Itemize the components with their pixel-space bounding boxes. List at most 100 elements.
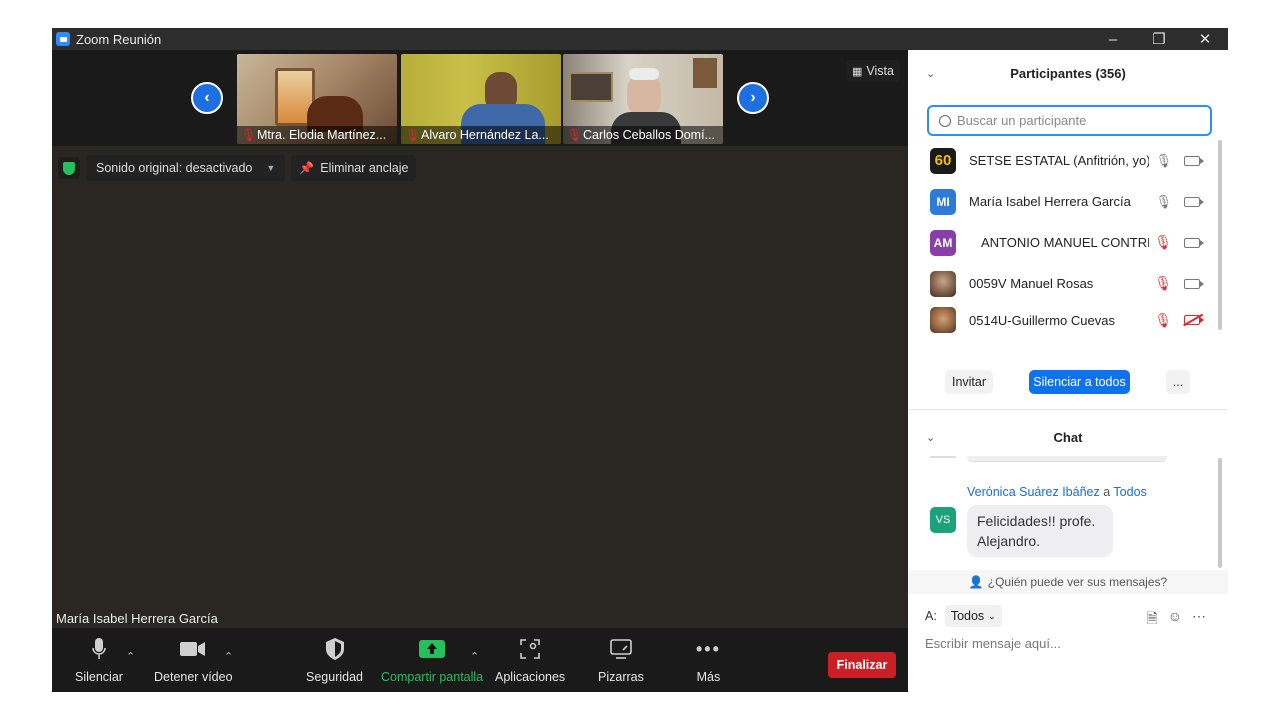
participant-thumbnail[interactable]: 🎙 Carlos Ceballos Domí... <box>563 54 723 144</box>
sender-avatar: VS <box>930 507 956 533</box>
view-button[interactable]: ▦ Vista <box>846 60 900 82</box>
camera-icon[interactable] <box>1184 155 1204 166</box>
microphone-icon[interactable]: 🎙 <box>1155 153 1172 169</box>
apps-button[interactable]: Aplicaciones <box>495 636 565 684</box>
message-sender[interactable]: Verónica Suárez Ibáñez <box>967 485 1100 499</box>
apps-label: Aplicaciones <box>495 670 566 684</box>
more-button[interactable]: ••• Más <box>696 636 721 685</box>
close-window-button[interactable]: ✕ <box>1182 28 1228 50</box>
avatar: 60 <box>930 147 956 174</box>
whiteboards-button[interactable]: Pizarras <box>598 636 644 684</box>
security-shield-icon[interactable] <box>58 157 80 179</box>
unpin-label: Eliminar anclaje <box>320 161 409 175</box>
avatar <box>930 270 956 297</box>
main-video-area: ‹ 🎙 Mtra. Elodia Martínez... 🎙 Alvaro Hern… <box>52 50 908 628</box>
more-dots-icon: ••• <box>696 638 721 659</box>
security-button[interactable]: Seguridad <box>306 636 363 684</box>
view-label: Vista <box>866 64 894 78</box>
minimize-button[interactable]: – <box>1090 28 1136 50</box>
participant-name: María Isabel Herrera García <box>969 194 1131 209</box>
share-screen-icon <box>419 636 446 662</box>
participant-search-input[interactable]: Buscar un participante <box>927 105 1212 136</box>
who-can-see-link[interactable]: 👤 ¿Quién puede ver sus mensajes? <box>908 570 1228 594</box>
participant-row[interactable]: 60 SETSE ESTATAL (Anfitrión, yo) 🎙 <box>908 140 1228 181</box>
message-recipient[interactable]: Todos <box>1113 485 1146 499</box>
participant-name: 0059V Manuel Rosas <box>969 276 1094 291</box>
panel-divider <box>908 409 1228 410</box>
original-sound-label: Sonido original: desactivado <box>96 161 253 175</box>
next-page-button[interactable]: › <box>737 82 769 114</box>
share-options-caret[interactable]: ⌃ <box>470 650 479 663</box>
more-label: Más <box>696 670 721 684</box>
chat-tools: 🗎 ☺ ⋯ <box>1146 608 1206 632</box>
camera-icon[interactable] <box>1184 237 1204 248</box>
meeting-options-bar: Sonido original: desactivado ▼ 📌 Elimina… <box>58 154 417 182</box>
muted-mic-icon[interactable]: 🎙 <box>1154 234 1172 251</box>
more-icon[interactable]: ⋯ <box>1192 608 1206 632</box>
who-can-see-label: ¿Quién puede ver sus mensajes? <box>987 575 1168 589</box>
original-sound-dropdown[interactable]: Sonido original: desactivado ▼ <box>86 155 286 181</box>
restore-button[interactable]: ❐ <box>1136 28 1182 50</box>
avatar: MI <box>930 188 956 215</box>
participant-row[interactable]: 0059V Manuel Rosas 🎙 <box>908 263 1228 304</box>
chat-message-bubble: Felicidades!! profe. Alejandro. <box>967 505 1113 557</box>
mute-all-button[interactable]: Silenciar a todos <box>1029 370 1130 394</box>
chat-header: ⌄ Chat <box>908 414 1228 460</box>
more-options-button[interactable]: ... <box>1166 370 1190 394</box>
chat-scrollbar[interactable] <box>1218 458 1222 568</box>
participants-scrollbar[interactable] <box>1218 140 1222 330</box>
muted-mic-icon[interactable]: 🎙 <box>1154 312 1172 329</box>
mute-button[interactable]: Silenciar <box>75 636 123 684</box>
participant-row[interactable]: MI María Isabel Herrera García 🎙 <box>908 181 1228 222</box>
emoji-icon[interactable]: ☺ <box>1168 608 1182 632</box>
participant-thumbnail[interactable]: 🎙 Mtra. Elodia Martínez... <box>237 54 397 144</box>
search-placeholder: Buscar un participante <box>957 113 1087 128</box>
mute-options-caret[interactable]: ⌃ <box>126 650 135 663</box>
thumbnail-name: Mtra. Elodia Martínez... <box>257 128 387 142</box>
collapse-chat-icon[interactable]: ⌄ <box>926 431 935 444</box>
participant-name: SETSE ESTATAL (Anfitrión, yo) <box>969 153 1149 168</box>
participant-list: 60 SETSE ESTATAL (Anfitrión, yo) 🎙 MI Ma… <box>908 140 1228 336</box>
chevron-down-icon: ⌄ <box>988 610 996 621</box>
side-panel: ⌄ Participantes (356) Buscar un particip… <box>908 50 1228 692</box>
chat-message-input[interactable]: Escribir mensaje aquí... <box>925 636 1061 651</box>
unpin-button[interactable]: 📌 Eliminar anclaje <box>291 155 417 181</box>
video-camera-icon <box>180 636 206 662</box>
search-icon <box>939 114 951 127</box>
collapse-participants-icon[interactable]: ⌄ <box>926 67 935 80</box>
participant-name: 0514U-Guillermo Cuevas <box>969 312 1115 328</box>
avatar: AM <box>930 229 956 256</box>
zoom-logo-icon <box>56 32 70 46</box>
muted-mic-icon: 🎙 <box>405 128 421 142</box>
message-header: Verónica Suárez Ibáñez a Todos <box>967 485 1147 499</box>
end-meeting-button[interactable]: Finalizar <box>828 652 896 678</box>
invite-button[interactable]: Invitar <box>945 370 993 394</box>
recipient-selector: A: Todos ⌄ <box>925 605 1002 627</box>
participant-name: ANTONIO MANUEL CONTRE... <box>981 235 1149 250</box>
camera-icon[interactable] <box>1184 196 1204 207</box>
recipient-dropdown[interactable]: Todos ⌄ <box>944 605 1002 627</box>
avatar <box>930 307 956 333</box>
previous-message-bubble <box>967 456 1167 462</box>
participant-row[interactable]: 0514U-Guillermo Cuevas 🎙 <box>908 304 1228 336</box>
thumbnail-name: Alvaro Hernández La... <box>421 128 549 142</box>
camera-icon[interactable] <box>1184 278 1204 289</box>
share-screen-label: Compartir pantalla <box>381 670 484 684</box>
microphone-icon[interactable]: 🎙 <box>1155 194 1172 210</box>
file-icon[interactable]: 🗎 <box>1146 608 1157 632</box>
participants-header: ⌄ Participantes (356) <box>908 50 1228 96</box>
muted-mic-icon[interactable]: 🎙 <box>1154 275 1172 292</box>
participant-row[interactable]: AM ANTONIO MANUEL CONTRE... 🎙 <box>908 222 1228 263</box>
stop-video-button[interactable]: Detener vídeo <box>154 636 233 684</box>
whiteboard-icon <box>610 636 632 662</box>
share-screen-button[interactable]: Compartir pantalla <box>381 636 483 684</box>
camera-off-icon[interactable] <box>1184 315 1204 325</box>
window-title: Zoom Reunión <box>76 31 162 47</box>
participant-actions: Invitar Silenciar a todos ... <box>908 370 1228 396</box>
video-options-caret[interactable]: ⌃ <box>224 650 233 663</box>
message-to-word: a <box>1103 485 1111 499</box>
prev-page-button[interactable]: ‹ <box>191 82 223 114</box>
window-controls: – ❐ ✕ <box>1090 28 1228 50</box>
participant-thumbnail[interactable]: 🎙 Alvaro Hernández La... <box>401 54 561 144</box>
mute-label: Silenciar <box>75 670 123 684</box>
